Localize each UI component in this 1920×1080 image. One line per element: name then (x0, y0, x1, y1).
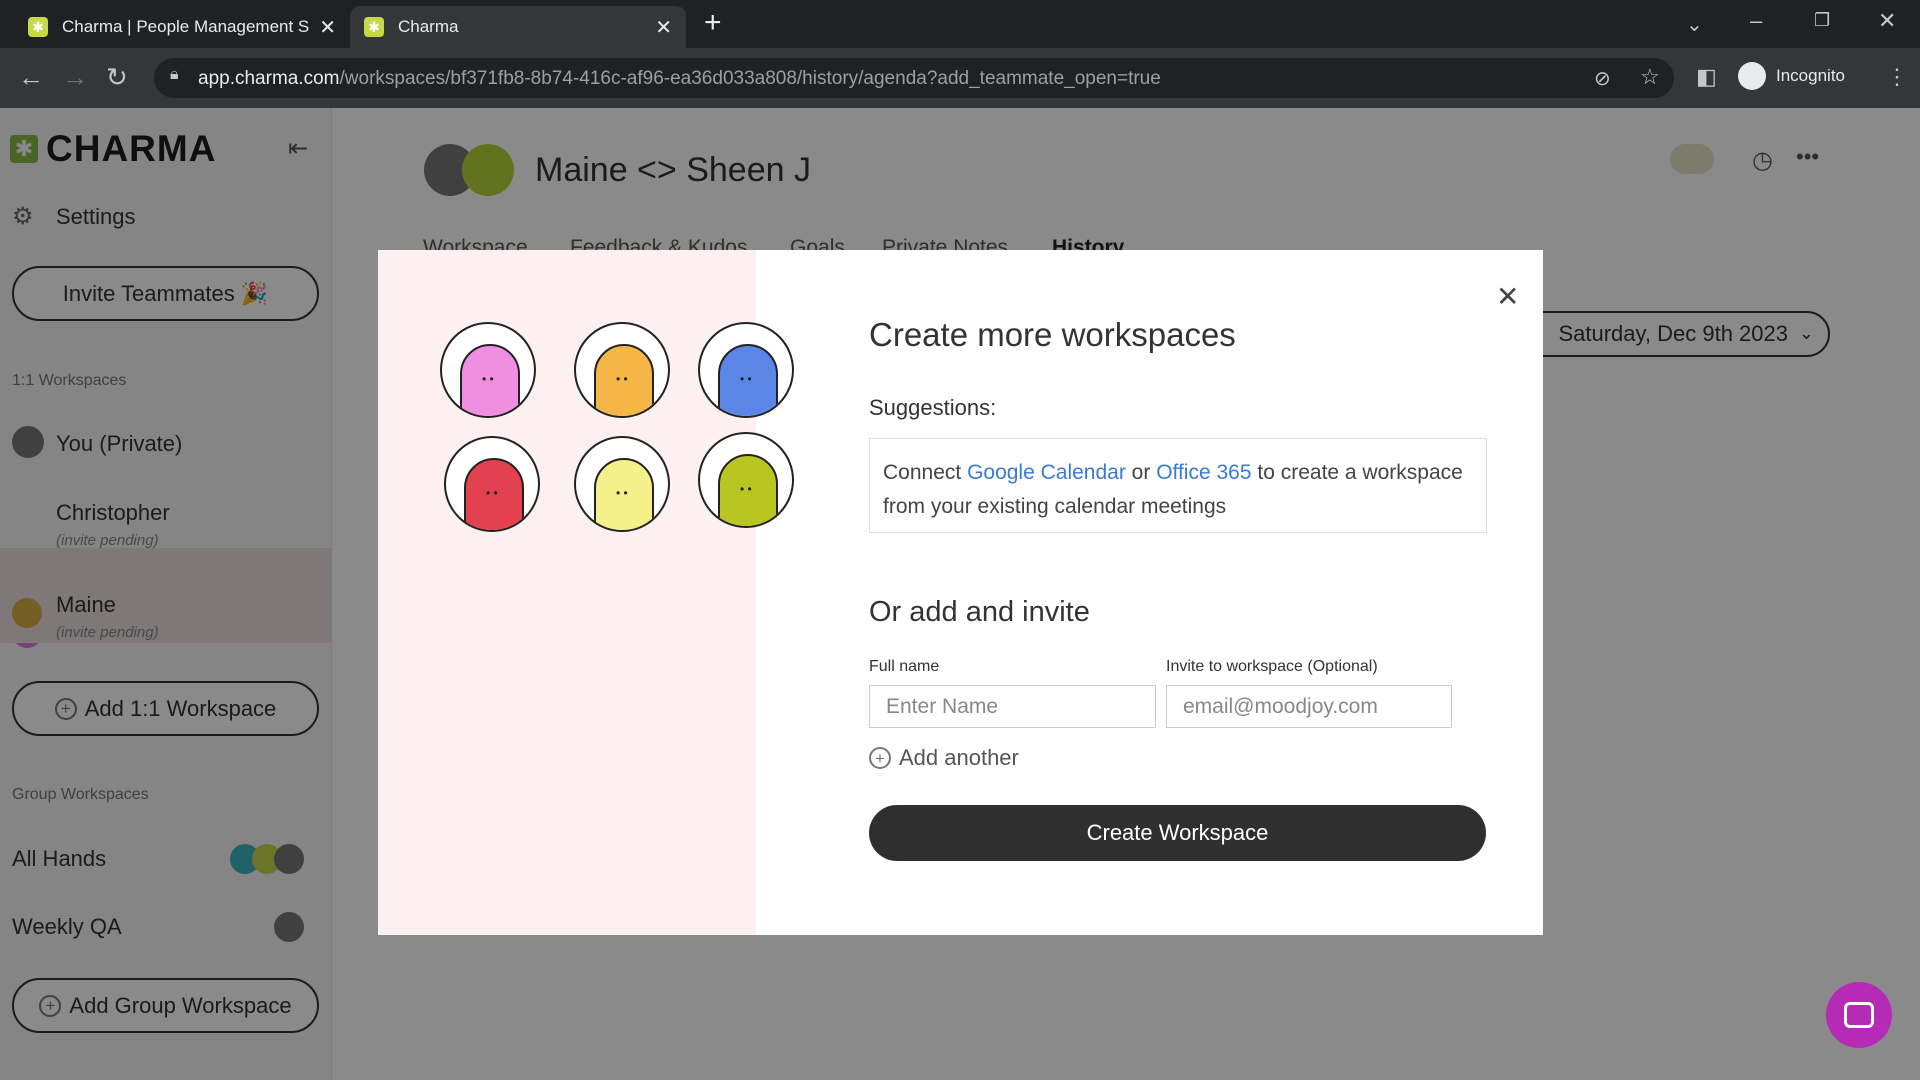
suggestions-label: Suggestions: (869, 395, 997, 420)
invite-email-input[interactable] (1166, 685, 1452, 728)
browser-tab-bar: ✱ Charma | People Management S ✕ ✱ Charm… (0, 0, 1920, 48)
url-text[interactable]: app.charma.com/workspaces/bf371fb8-8b74-… (198, 68, 1161, 90)
incognito-icon (1738, 62, 1766, 90)
bookmark-star-icon[interactable]: ☆ (1640, 64, 1660, 90)
eye-slash-icon[interactable]: ⊘ (1594, 66, 1611, 91)
orange-blob-icon: • • (574, 322, 670, 418)
browser-tab-charma-people[interactable]: ✱ Charma | People Management S ✕ (14, 6, 350, 48)
blob-face: • • (740, 372, 752, 386)
side-panel-icon[interactable]: ◧ (1696, 64, 1717, 90)
lock-icon: 🔒︎ (170, 66, 179, 83)
minimize-icon[interactable]: – (1750, 8, 1762, 34)
plus-circle-icon: + (869, 747, 891, 769)
create-workspace-modal: • • • • • • • • • • • • Create more work… (378, 250, 1543, 935)
create-workspace-button[interactable]: Create Workspace (869, 805, 1486, 861)
green-blob-icon: • • (698, 432, 794, 528)
tab-close-icon[interactable]: ✕ (319, 15, 336, 40)
suggestion-mid: or (1125, 461, 1157, 484)
restore-icon[interactable]: ❐ (1814, 10, 1830, 31)
yellow-blob-icon: • • (574, 436, 670, 532)
browser-tab-charma[interactable]: ✱ Charma ✕ (350, 6, 686, 48)
pink-blob-icon: • • (440, 322, 536, 418)
add-another-label: Add another (899, 745, 1019, 770)
incognito-indicator[interactable]: Incognito (1738, 62, 1845, 90)
forward-arrow-icon[interactable]: → (62, 62, 88, 92)
add-another-button[interactable]: + Add another (869, 745, 1019, 771)
invite-email-label: Invite to workspace (Optional) (1166, 658, 1378, 675)
blob-face: • • (486, 486, 498, 500)
browser-menu-icon[interactable]: ⋮ (1886, 64, 1908, 90)
red-blob-icon: • • (444, 436, 540, 532)
tab-close-icon[interactable]: ✕ (655, 15, 672, 40)
tab-search-chevron-icon[interactable]: ⌄ (1686, 12, 1703, 37)
tab-title: Charma | People Management S (62, 17, 310, 36)
modal-illustration-panel: • • • • • • • • • • • • (378, 250, 794, 935)
blob-face: • • (616, 372, 628, 386)
blue-blob-icon: • • (698, 322, 794, 418)
address-bar[interactable]: 🔒︎ app.charma.com/workspaces/bf371fb8-8b… (154, 58, 1674, 98)
charma-favicon-icon: ✱ (364, 17, 384, 37)
new-tab-button[interactable]: + (704, 6, 722, 40)
modal-title: Create more workspaces (869, 316, 1236, 353)
full-name-label: Full name (869, 658, 940, 675)
window-close-icon[interactable]: ✕ (1878, 8, 1896, 34)
blob-face: • • (740, 482, 752, 496)
chat-launcher-button[interactable] (1826, 982, 1892, 1048)
url-host: app.charma.com (198, 68, 340, 89)
google-calendar-link[interactable]: Google Calendar (967, 461, 1126, 484)
blob-face: • • (616, 486, 628, 500)
office-365-link[interactable]: Office 365 (1156, 461, 1251, 484)
close-modal-icon[interactable]: ✕ (1496, 280, 1519, 313)
chat-icon (1844, 1002, 1874, 1028)
suggestion-prefix: Connect (883, 461, 968, 484)
back-arrow-icon[interactable]: ← (18, 62, 44, 92)
add-invite-heading: Or add and invite (869, 596, 1090, 628)
browser-toolbar: ← → ↻ 🔒︎ app.charma.com/workspaces/bf371… (0, 48, 1920, 108)
charma-favicon-icon: ✱ (28, 17, 48, 37)
calendar-suggestion-box: Connect Google Calendar or Office 365 to… (869, 438, 1487, 533)
incognito-label: Incognito (1776, 66, 1845, 85)
url-path: /workspaces/bf371fb8-8b74-416c-af96-ea36… (339, 68, 1161, 89)
blob-face: • • (482, 372, 494, 386)
reload-icon[interactable]: ↻ (106, 62, 128, 92)
full-name-input[interactable] (869, 685, 1156, 728)
tab-title: Charma (398, 17, 459, 36)
